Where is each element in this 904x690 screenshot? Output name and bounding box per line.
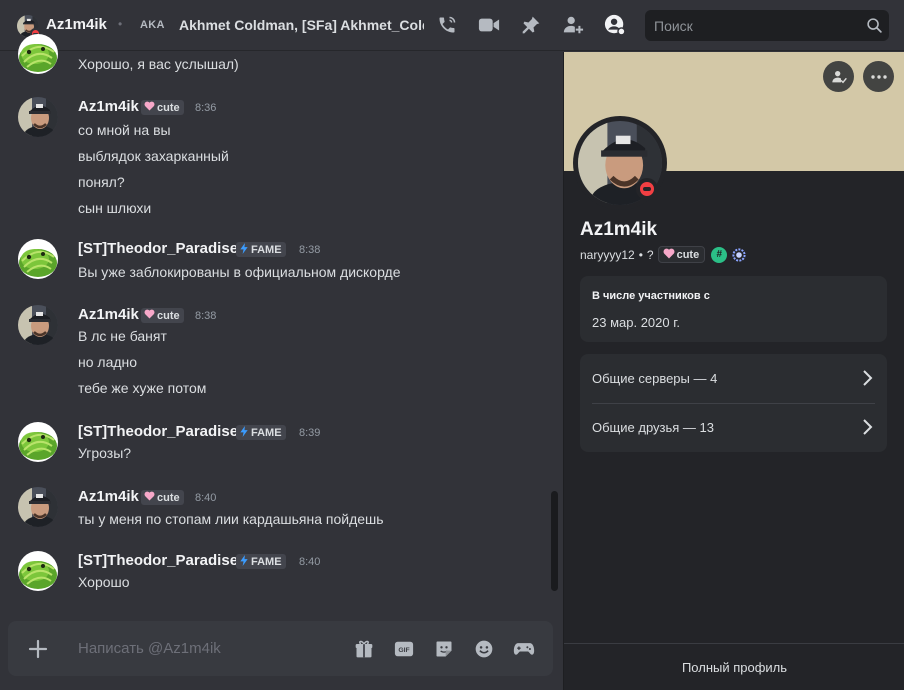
dnd-status-icon [636, 178, 658, 200]
server-tag[interactable]: FAME [236, 554, 286, 569]
message-text: ты у меня по стопам лии кардашьяна пойде… [78, 511, 384, 527]
mutual-servers-row[interactable]: Общие серверы — 4 [580, 354, 887, 403]
lightning-icon [239, 554, 249, 569]
message-input[interactable]: Написать @Az1m4ik [78, 640, 221, 657]
lightning-icon [239, 425, 249, 440]
mutual-friends-label: Общие друзья — 13 [592, 420, 714, 435]
server-tag[interactable]: cute [141, 308, 184, 323]
mutuals-card: Общие серверы — 4 Общие друзья — 13 [580, 354, 887, 452]
server-tag-label: cute [676, 248, 700, 261]
user-avatar[interactable] [18, 305, 58, 345]
message-text: Угрозы? [78, 445, 132, 461]
user-avatar[interactable] [18, 422, 58, 462]
profile-pronoun: ? [646, 247, 654, 262]
lightning-icon [239, 242, 249, 257]
search-icon [866, 17, 883, 39]
message-text: сын шлюхи [78, 200, 152, 216]
upload-plus-icon[interactable] [26, 637, 50, 661]
server-tag-label: cute [157, 491, 180, 504]
svg-text:GIF: GIF [398, 647, 409, 654]
message-text: Вы уже заблокированы в официальном диско… [78, 264, 401, 280]
heart-icon [144, 309, 155, 322]
member-since-date: 23 мар. 2020 г. [592, 315, 680, 330]
member-since-title: В числе участников с [592, 290, 710, 302]
header-username[interactable]: Az1m4ik [46, 16, 107, 33]
message-text: тебе же хуже потом [78, 380, 207, 396]
hashtag-badge-icon[interactable]: # [711, 246, 728, 263]
gift-icon[interactable] [352, 637, 376, 661]
server-tag-label: FAME [251, 426, 282, 439]
header-separator-dot: • [118, 17, 123, 31]
message-timestamp[interactable]: 8:40 [195, 492, 216, 504]
search-placeholder: Поиск [654, 18, 693, 34]
add-friend-status-icon[interactable] [823, 61, 854, 92]
message-text: со мной на вы [78, 122, 171, 138]
message-timestamp[interactable]: 8:39 [299, 427, 320, 439]
heart-icon [663, 248, 675, 262]
pinned-messages-icon[interactable] [520, 14, 542, 36]
user-profile-toggle-icon[interactable] [604, 14, 626, 36]
message-timestamp[interactable]: 8:36 [195, 102, 216, 114]
gif-icon[interactable]: GIF [392, 637, 416, 661]
server-tag[interactable]: cute [141, 490, 184, 505]
heart-icon [144, 101, 155, 114]
message-text: Хорошо, я вас услышал) [78, 56, 239, 72]
aka-label[interactable]: AKA [140, 19, 165, 31]
server-tag-label: cute [157, 101, 180, 114]
server-tag-label: FAME [251, 555, 282, 568]
message-text: понял? [78, 174, 125, 190]
more-options-icon[interactable] [863, 61, 894, 92]
message-author[interactable]: [ST]Theodor_Paradise [78, 552, 238, 569]
profile-display-name: Az1m4ik [580, 219, 658, 240]
profile-subline: narуууу12 • ? cute # [580, 246, 747, 263]
server-tag[interactable]: FAME [236, 425, 286, 440]
activities-gamepad-icon[interactable] [512, 637, 536, 661]
quest-badge-icon[interactable] [731, 247, 747, 263]
profile-username[interactable]: narуууу12 [580, 248, 635, 262]
profile-separator: • [638, 247, 643, 262]
server-tag[interactable]: cute [141, 100, 184, 115]
chevron-right-icon [863, 419, 873, 435]
video-call-icon[interactable] [478, 14, 500, 36]
view-full-profile-button[interactable]: Полный профиль [564, 643, 904, 690]
user-profile-panel: Az1m4ik narуууу12 • ? cute # В числе уча… [563, 52, 904, 690]
server-tag[interactable]: cute [657, 246, 706, 263]
user-avatar[interactable] [18, 487, 58, 527]
user-avatar[interactable] [18, 239, 58, 279]
server-tag-label: cute [157, 309, 180, 322]
message-author[interactable]: Az1m4ik [78, 306, 139, 323]
mutual-friends-row[interactable]: Общие друзья — 13 [580, 403, 887, 452]
message-timestamp[interactable]: 8:40 [299, 556, 320, 568]
message-timestamp[interactable]: 8:38 [195, 310, 216, 322]
aka-names[interactable]: Akhmet Coldman, [SFa] Akhmet_Coldman [179, 17, 424, 33]
message-author[interactable]: Az1m4ik [78, 488, 139, 505]
server-tag[interactable]: FAME [236, 242, 286, 257]
message-list-scrollbar[interactable] [551, 491, 558, 591]
message-text: Хорошо [78, 574, 130, 590]
view-full-profile-label: Полный профиль [681, 660, 788, 675]
add-friends-to-dm-icon[interactable] [562, 14, 584, 36]
message-text: но ладно [78, 354, 138, 370]
chevron-right-icon [863, 370, 873, 386]
emoji-icon[interactable] [472, 637, 496, 661]
message-timestamp[interactable]: 8:38 [299, 244, 320, 256]
message-composer[interactable]: Написать @Az1m4ik GIF [8, 621, 553, 676]
user-avatar[interactable] [18, 97, 58, 137]
heart-icon [144, 491, 155, 504]
message-author[interactable]: [ST]Theodor_Paradise [78, 240, 238, 257]
sticker-icon[interactable] [432, 637, 456, 661]
message-author[interactable]: [ST]Theodor_Paradise [78, 423, 238, 440]
user-avatar[interactable] [18, 34, 58, 74]
server-tag-label: FAME [251, 243, 282, 256]
channel-header: Az1m4ik • AKA Akhmet Coldman, [SFa] Akhm… [0, 0, 904, 51]
message-text: выблядок захарканный [78, 148, 229, 164]
search-input[interactable]: Поиск [645, 10, 889, 41]
message-author[interactable]: Az1m4ik [78, 98, 139, 115]
mutual-servers-label: Общие серверы — 4 [592, 371, 718, 386]
message-text: В лс не банят [78, 328, 167, 344]
message-list[interactable]: Хорошо, я вас услышал) Az1m4ik cute 8:36… [0, 34, 562, 690]
member-since-card: В числе участников с 23 мар. 2020 г. [580, 276, 887, 342]
user-avatar[interactable] [18, 551, 58, 591]
voice-call-icon[interactable] [436, 14, 458, 36]
